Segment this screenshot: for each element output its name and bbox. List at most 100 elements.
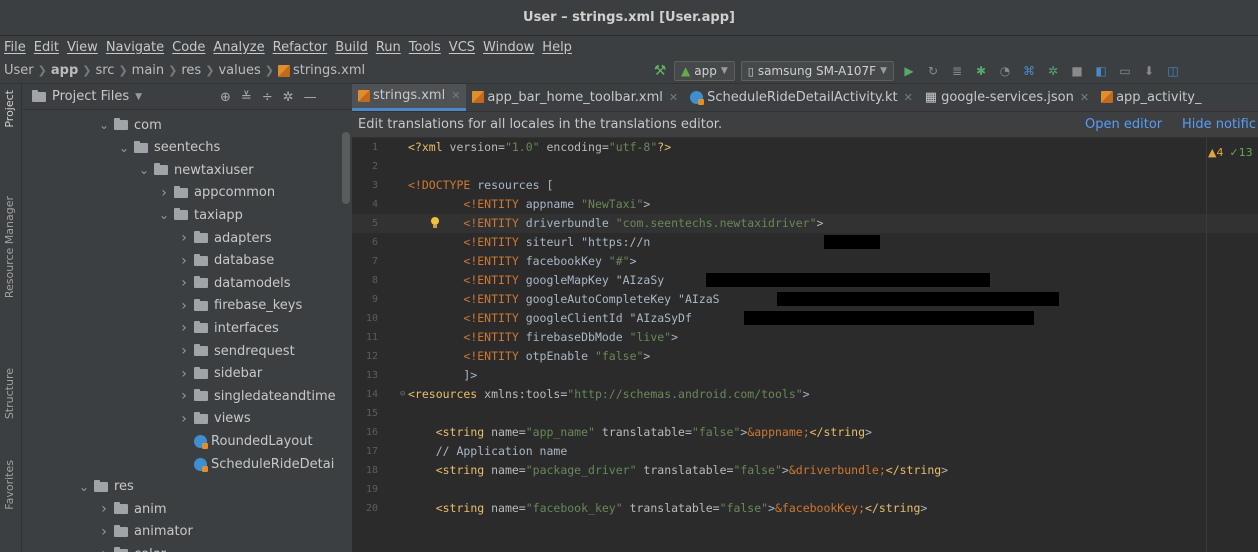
menu-edit[interactable]: Edit (34, 40, 59, 55)
chevron-down-icon[interactable]: ⌄ (158, 208, 170, 222)
project-tool-tab[interactable]: Project (3, 90, 16, 128)
chevron-down-icon[interactable]: ⌄ (78, 480, 90, 494)
menu-analyze[interactable]: Analyze (213, 40, 264, 55)
hammer-icon[interactable]: ⚒ (652, 63, 668, 79)
menu-vcs[interactable]: VCS (449, 40, 475, 55)
menu-window[interactable]: Window (483, 40, 534, 55)
chevron-right-icon[interactable]: › (98, 546, 110, 552)
tree-item[interactable]: › singledateandtime (178, 385, 335, 407)
tree-item[interactable]: › appcommon (158, 182, 275, 204)
breadcrumb-strings-xml[interactable]: strings.xml (293, 63, 365, 78)
favorites-tool-tab[interactable]: Favorites (3, 460, 16, 510)
close-icon[interactable]: ✕ (1080, 91, 1089, 104)
sync-icon[interactable]: ◧ (1092, 62, 1110, 80)
stop-icon[interactable]: ■ (1068, 62, 1086, 80)
code-line[interactable]: 6 <!ENTITY siteurl "https://n (352, 233, 1258, 252)
profile-icon[interactable]: ◔ (996, 62, 1014, 80)
menu-view[interactable]: View (67, 40, 98, 55)
structure-tool-tab[interactable]: Structure (3, 368, 16, 419)
breadcrumb-src[interactable]: src (95, 63, 114, 78)
tree-item[interactable]: › anim (98, 498, 166, 520)
code-line[interactable]: 12 <!ENTITY otpEnable "false"> (352, 347, 1258, 366)
attach-debugger-icon[interactable]: ⌘ (1020, 62, 1038, 80)
code-line[interactable]: 1 <?xml version="1.0" encoding="utf-8"?> (352, 138, 1258, 157)
code-line[interactable]: 14 <resources xmlns:tools="http://schemas… (352, 385, 1258, 404)
code-line[interactable]: 5 <!ENTITY driverbundle "com.seentechs.n… (352, 214, 1258, 233)
gear-icon[interactable]: ✲ (283, 90, 294, 105)
apply-code-changes-icon[interactable]: ≣ (948, 62, 966, 80)
tree-item[interactable]: ⌄ res (78, 476, 134, 498)
tree-item[interactable]: › interfaces (178, 317, 279, 339)
chevron-right-icon[interactable]: › (178, 366, 190, 382)
chevron-right-icon[interactable]: › (158, 185, 170, 201)
code-line[interactable]: 20 <string name="facebook_key" translata… (352, 499, 1258, 518)
tab-strings-xml[interactable]: strings.xml ✕ (352, 84, 467, 111)
code-line[interactable]: 3 <!DOCTYPE resources [ (352, 176, 1258, 195)
hide-notification-link[interactable]: Hide notific (1182, 117, 1256, 132)
collapse-icon[interactable]: ÷ (262, 90, 273, 105)
chevron-right-icon[interactable]: › (178, 388, 190, 404)
breadcrumb-app[interactable]: app (51, 63, 78, 78)
tree-item[interactable]: › datamodels (178, 272, 290, 294)
tree-item[interactable]: ⌄ seentechs (118, 137, 220, 159)
tree-item[interactable]: › sendrequest (178, 340, 295, 362)
chevron-right-icon[interactable]: › (178, 298, 190, 314)
menu-tools[interactable]: Tools (409, 40, 441, 55)
close-icon[interactable]: ✕ (669, 91, 678, 104)
code-line[interactable]: 19 (352, 480, 1258, 499)
tab-app-bar-home-toolbar[interactable]: app_bar_home_toolbar.xml ✕ (466, 84, 684, 111)
tree-item[interactable]: › firebase_keys (178, 295, 302, 317)
code-line[interactable]: 2 (352, 157, 1258, 176)
menu-code[interactable]: Code (172, 40, 205, 55)
run-icon[interactable]: ▶ (900, 62, 918, 80)
inspection-widget[interactable]: ▲4 ✓13 (1208, 146, 1258, 159)
chevron-down-icon[interactable]: ⌄ (98, 118, 110, 132)
code-line[interactable]: 16 <string name="app_name" translatable=… (352, 423, 1258, 442)
fold-icon[interactable]: ⊖ (400, 385, 405, 404)
code-line[interactable]: 8 <!ENTITY googleMapKey "AIzaSy (352, 271, 1258, 290)
tree-item[interactable]: ⌄ newtaxiuser (138, 159, 254, 181)
chevron-down-icon[interactable]: ⌄ (138, 163, 150, 177)
expand-all-icon[interactable]: ≚ (241, 90, 252, 105)
resource-manager-tool-tab[interactable]: Resource Manager (3, 196, 16, 298)
breadcrumb-main[interactable]: main (132, 63, 164, 78)
apply-changes-icon[interactable]: ↻ (924, 62, 942, 80)
code-line[interactable]: 9 <!ENTITY googleAutoCompleteKey "AIzaS (352, 290, 1258, 309)
chevron-right-icon[interactable]: › (178, 320, 190, 336)
debug-icon[interactable]: ✱ (972, 62, 990, 80)
tree-item[interactable]: › adapters (178, 227, 271, 249)
code-line[interactable]: 17 // Application name (352, 442, 1258, 461)
project-scrollbar[interactable] (342, 132, 350, 204)
code-line[interactable]: 11 <!ENTITY firebaseDbMode "live"> (352, 328, 1258, 347)
sdk-manager-icon[interactable]: ⬇ (1140, 62, 1158, 80)
tab-schedule-ride-detail-activity[interactable]: ScheduleRideDetailActivity.kt ✕ (684, 84, 919, 111)
menu-help[interactable]: Help (542, 40, 572, 55)
menu-run[interactable]: Run (376, 40, 401, 55)
tree-item[interactable]: › database (178, 250, 274, 272)
code-line[interactable]: 13 ]> (352, 366, 1258, 385)
project-view-select[interactable]: Project Files (52, 89, 129, 104)
tree-item[interactable]: › animator (98, 521, 193, 543)
tree-item[interactable]: › views (178, 408, 251, 430)
attach-icon[interactable]: ✲ (1044, 62, 1062, 80)
target-icon[interactable]: ⊕ (220, 90, 231, 105)
menu-navigate[interactable]: Navigate (106, 40, 164, 55)
bulb-icon[interactable] (430, 217, 440, 229)
open-editor-link[interactable]: Open editor (1085, 117, 1162, 132)
chevron-right-icon[interactable]: › (178, 230, 190, 246)
code-line[interactable]: 18 <string name="package_driver" transla… (352, 461, 1258, 480)
chevron-right-icon[interactable]: › (178, 343, 190, 359)
breadcrumb-user[interactable]: User (4, 63, 34, 78)
close-icon[interactable]: ✕ (451, 89, 460, 102)
tree-item[interactable]: › color (98, 543, 166, 552)
menu-build[interactable]: Build (335, 40, 368, 55)
code-line[interactable]: 4 <!ENTITY appname "NewTaxi"> (352, 195, 1258, 214)
code-line[interactable]: 7 <!ENTITY facebookKey "#"> (352, 252, 1258, 271)
chevron-right-icon[interactable]: › (98, 524, 110, 540)
tree-item[interactable]: ⌄ taxiapp (158, 204, 243, 226)
tab-google-services-json[interactable]: ▦ google-services.json ✕ (919, 84, 1095, 111)
breadcrumb-values[interactable]: values (218, 63, 260, 78)
menu-refactor[interactable]: Refactor (273, 40, 328, 55)
breadcrumb-res[interactable]: res (181, 63, 201, 78)
chevron-right-icon[interactable]: › (98, 501, 110, 517)
